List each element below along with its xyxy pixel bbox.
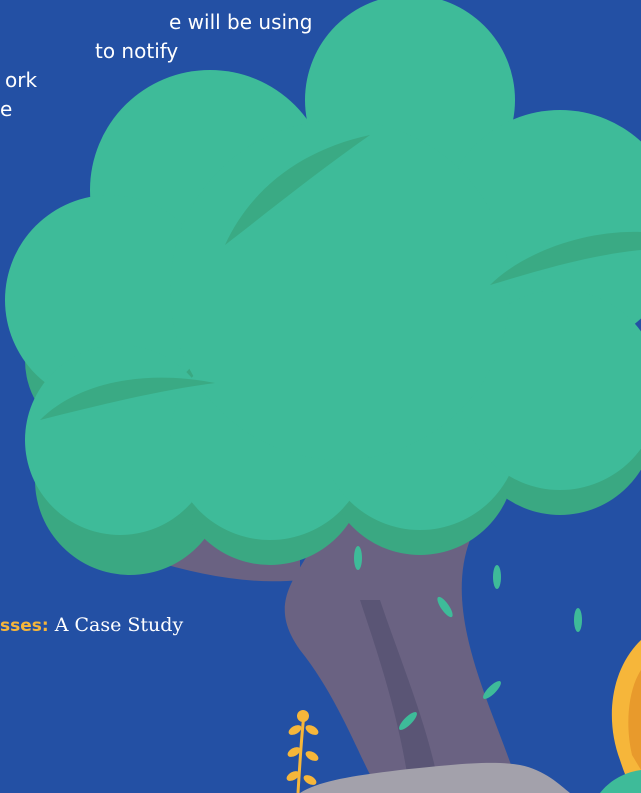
tree-foliage	[5, 0, 641, 540]
caption: sses: A Case Study	[0, 614, 183, 636]
flower-sprig	[286, 710, 319, 793]
caption-text: A Case Study	[54, 614, 184, 636]
rock	[300, 762, 570, 793]
rock-green	[600, 770, 641, 793]
flame-plant	[611, 640, 641, 793]
caption-emphasis: sses:	[0, 616, 49, 636]
tree-illustration	[5, 0, 641, 793]
